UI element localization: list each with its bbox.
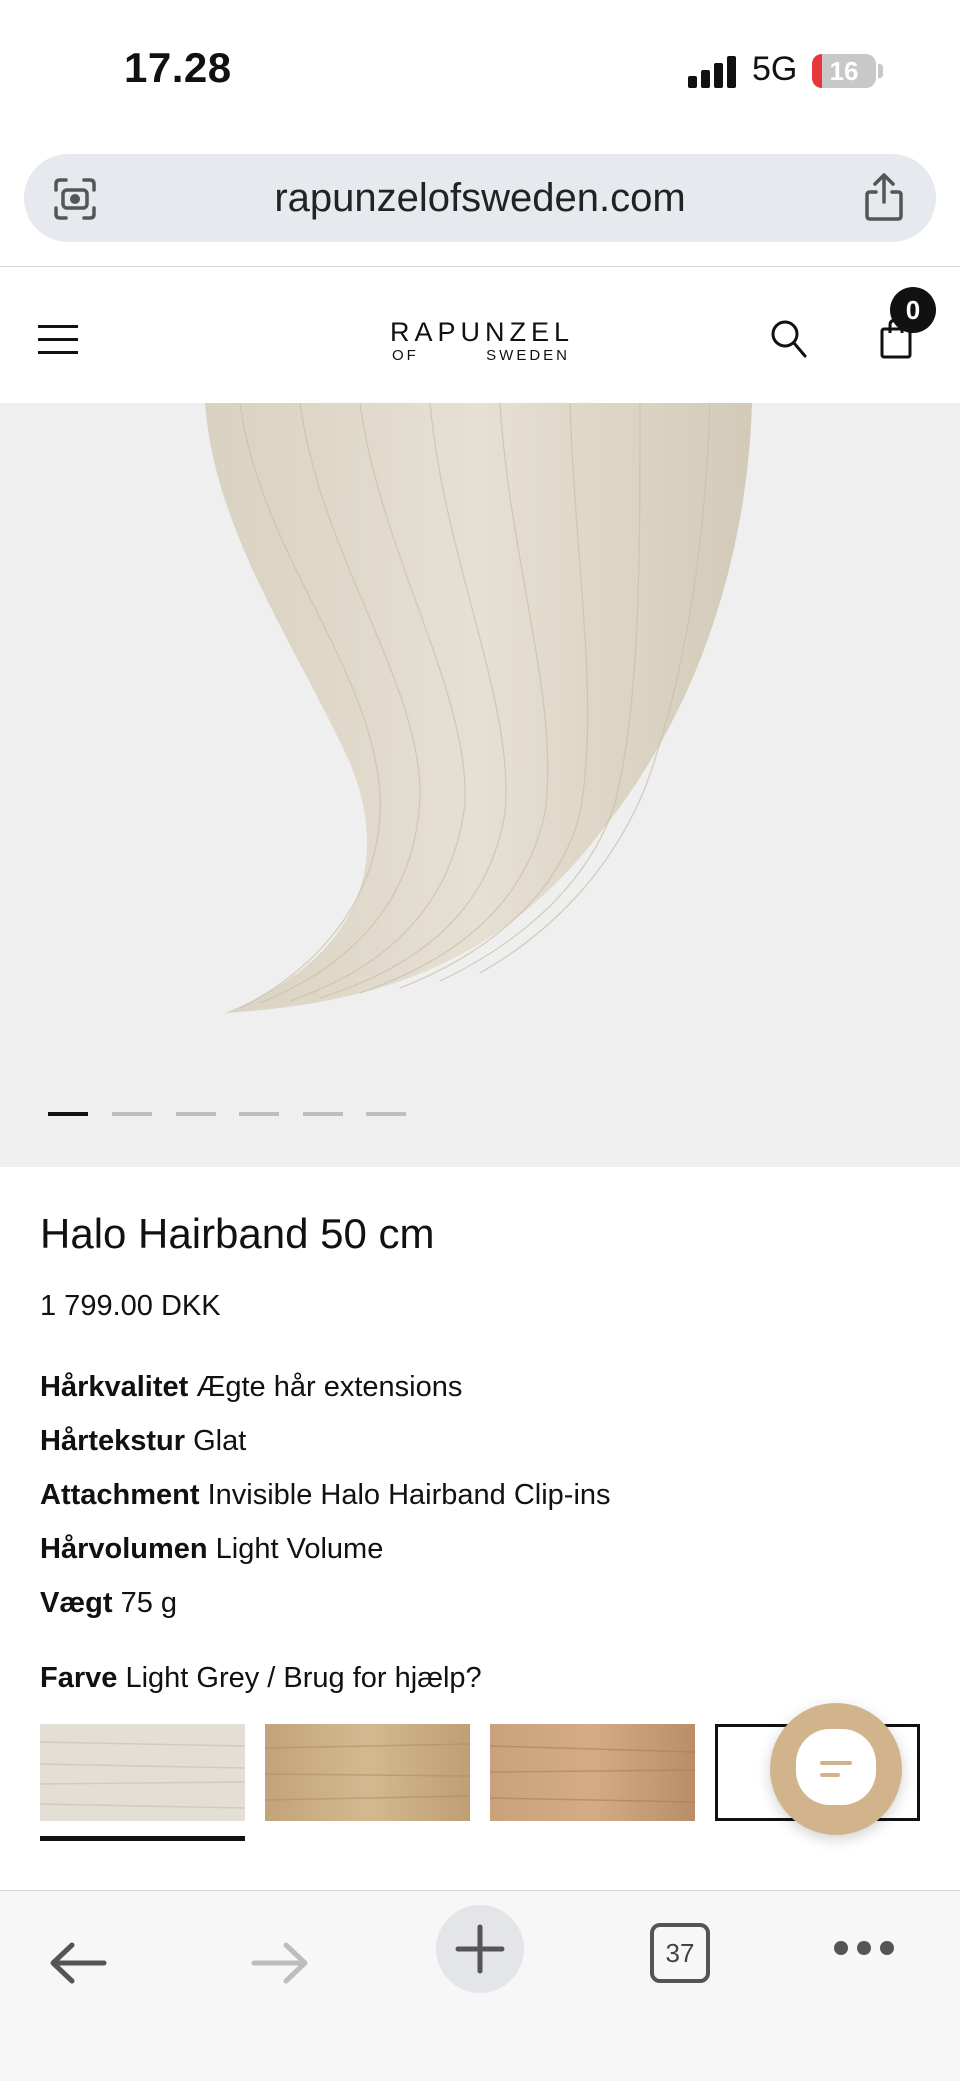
back-arrow-icon[interactable] (48, 1941, 108, 1985)
spec-label: Vægt (40, 1587, 113, 1619)
menu-icon[interactable] (38, 325, 78, 355)
product-price: 1 799.00 DKK (40, 1290, 221, 1322)
spec-label: Attachment (40, 1479, 200, 1511)
address-bar[interactable]: rapunzelofsweden.com (24, 154, 936, 242)
brand-logo[interactable]: RAPUNZEL OF SWEDEN (390, 317, 575, 364)
color-swatch-golden-blonde[interactable] (490, 1724, 695, 1821)
spec-hair-volume: Hårvolumen Light Volume (40, 1533, 383, 1566)
spec-hair-quality: Hårkvalitet Ægte hår extensions (40, 1371, 462, 1404)
status-time: 17.28 (124, 44, 232, 91)
spec-value: Ægte hår extensions (196, 1371, 463, 1403)
selected-swatch-indicator (40, 1836, 245, 1841)
forward-arrow-icon[interactable] (250, 1941, 310, 1985)
tabs-button[interactable]: 37 (650, 1923, 710, 1983)
search-icon[interactable] (770, 319, 808, 359)
hair-texture (40, 1724, 245, 1821)
color-swatch-light-beige[interactable] (265, 1724, 470, 1821)
battery-icon: 16 (812, 54, 876, 88)
share-icon[interactable] (862, 172, 906, 222)
status-bar: 17.28 5G 16 (0, 0, 960, 140)
url-text[interactable]: rapunzelofsweden.com (24, 154, 936, 242)
spec-label: Hårvolumen (40, 1533, 208, 1565)
visual-search-icon[interactable] (52, 176, 98, 222)
cart-count-badge[interactable]: 0 (890, 287, 936, 333)
chat-icon-line (820, 1773, 840, 1777)
carousel-dot[interactable] (48, 1112, 88, 1116)
battery-level: 16 (829, 56, 859, 86)
spec-hair-texture: Hårtekstur Glat (40, 1425, 246, 1458)
spec-value: Glat (193, 1425, 247, 1457)
spec-value: 75 g (120, 1587, 178, 1619)
color-swatch-light-grey[interactable] (40, 1724, 245, 1821)
hair-texture (265, 1724, 470, 1821)
carousel-dot[interactable] (303, 1112, 343, 1116)
spec-label: Hårkvalitet (40, 1371, 189, 1403)
network-label: 5G (752, 50, 798, 88)
color-label: Farve (40, 1662, 118, 1694)
carousel-dot[interactable] (239, 1112, 279, 1116)
logo-wordmark: RAPUNZEL (390, 317, 575, 347)
hair-texture (490, 1724, 695, 1821)
chat-button[interactable] (770, 1703, 902, 1835)
spec-attachment: Attachment Invisible Halo Hairband Clip-… (40, 1479, 611, 1512)
battery-nub (878, 64, 883, 78)
site-header: RAPUNZEL OF SWEDEN 0 (0, 267, 960, 403)
more-icon[interactable] (834, 1941, 894, 1961)
chat-icon (796, 1729, 876, 1805)
chat-icon-line (820, 1761, 852, 1765)
product-image-carousel[interactable] (0, 403, 960, 1167)
plus-icon (455, 1924, 505, 1974)
signal-icon (688, 54, 738, 88)
spec-weight: Vægt 75 g (40, 1587, 177, 1620)
spec-label: Hårtekstur (40, 1425, 186, 1457)
spec-value: Light Volume (215, 1533, 384, 1565)
browser-toolbar: 37 (0, 1891, 960, 2081)
hair-extension-image (205, 403, 752, 1013)
logo-sweden: SWEDEN (486, 347, 570, 364)
logo-of: OF (392, 347, 419, 364)
new-tab-button[interactable] (436, 1905, 524, 1993)
color-selector-label: Farve Light Grey / Brug for hjælp? (40, 1662, 482, 1695)
color-value[interactable]: Light Grey / Brug for hjælp? (125, 1662, 481, 1694)
spec-value: Invisible Halo Hairband Clip-ins (207, 1479, 611, 1511)
carousel-dot[interactable] (112, 1112, 152, 1116)
product-title: Halo Hairband 50 cm (40, 1210, 435, 1257)
carousel-dot[interactable] (366, 1112, 406, 1116)
carousel-dot[interactable] (176, 1112, 216, 1116)
